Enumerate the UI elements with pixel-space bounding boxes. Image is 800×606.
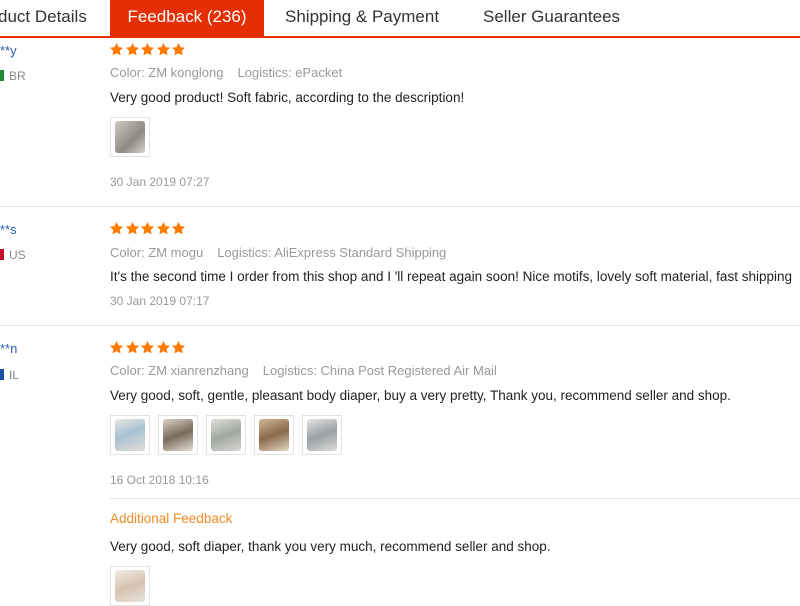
star-icon <box>109 42 124 57</box>
color-option: Color: ZM xianrenzhang <box>110 363 249 378</box>
additional-feedback-text: Very good, soft diaper, thank you very m… <box>110 539 551 554</box>
tab-feedback[interactable]: Feedback (236) <box>110 0 264 36</box>
country-code: IL <box>9 368 20 382</box>
review-text: Very good, soft, gentle, pleasant body d… <box>110 388 731 403</box>
review-photo-thumbnail[interactable] <box>302 415 342 455</box>
additional-divider <box>109 498 800 499</box>
review-divider <box>0 325 800 326</box>
reviewer-country: US <box>0 248 26 262</box>
star-icon <box>171 42 186 57</box>
star-icon <box>156 42 171 57</box>
tab-shipping-payment[interactable]: Shipping & Payment <box>285 0 439 36</box>
reviewer-name[interactable]: **n <box>0 341 17 356</box>
star-icon <box>125 42 140 57</box>
additional-feedback-label: Additional Feedback <box>110 511 233 526</box>
star-icon <box>125 340 140 355</box>
flag-icon <box>0 70 4 81</box>
review-divider <box>0 206 800 207</box>
star-icon <box>156 340 171 355</box>
country-code: BR <box>9 69 26 83</box>
color-option: Color: ZM mogu <box>110 245 204 260</box>
star-rating <box>109 340 187 360</box>
review-photo-thumbnail[interactable] <box>110 117 150 157</box>
color-option: Color: ZM konglong <box>110 65 224 80</box>
star-icon <box>109 221 124 236</box>
logistics-info: Logistics: ePacket <box>237 65 343 80</box>
flag-icon <box>0 369 4 380</box>
logistics-info: Logistics: AliExpress Standard Shipping <box>217 245 447 260</box>
star-icon <box>140 42 155 57</box>
tab-bar: duct Details Feedback (236) Shipping & P… <box>0 0 800 38</box>
tab-product-details[interactable]: duct Details <box>0 0 87 36</box>
review-text: Very good product! Soft fabric, accordin… <box>110 90 465 105</box>
review-meta: Color: ZM konglong Logistics: ePacket <box>110 65 342 80</box>
review-photo-thumbnail[interactable] <box>158 415 198 455</box>
star-icon <box>171 340 186 355</box>
review-meta: Color: ZM xianrenzhang Logistics: China P… <box>110 363 497 378</box>
star-icon <box>171 221 186 236</box>
reviewer-name[interactable]: **y <box>0 43 17 58</box>
star-icon <box>156 221 171 236</box>
review-text: It's the second time I order from this s… <box>110 269 792 284</box>
star-icon <box>140 340 155 355</box>
star-icon <box>140 221 155 236</box>
reviewer-name[interactable]: **s <box>0 222 17 237</box>
review-date: 16 Oct 2018 10:16 <box>110 473 209 487</box>
additional-photo-thumbnail[interactable] <box>110 566 150 606</box>
review-photo-thumbnail[interactable] <box>206 415 246 455</box>
reviewer-country: BR <box>0 69 26 83</box>
review-date: 30 Jan 2019 07:27 <box>110 175 210 189</box>
star-icon <box>109 340 124 355</box>
star-icon <box>125 221 140 236</box>
tab-seller-guarantees[interactable]: Seller Guarantees <box>483 0 620 36</box>
logistics-info: Logistics: China Post Registered Air Mai… <box>262 363 497 378</box>
star-rating <box>109 42 187 62</box>
review-meta: Color: ZM mogu Logistics: AliExpress Stan… <box>110 245 446 260</box>
country-code: US <box>9 248 26 262</box>
review-date: 30 Jan 2019 07:17 <box>110 294 210 308</box>
reviewer-country: IL <box>0 368 19 382</box>
flag-icon <box>0 249 4 260</box>
review-photo-thumbnail[interactable] <box>110 415 150 455</box>
star-rating <box>109 221 187 241</box>
review-photo-thumbnail[interactable] <box>254 415 294 455</box>
